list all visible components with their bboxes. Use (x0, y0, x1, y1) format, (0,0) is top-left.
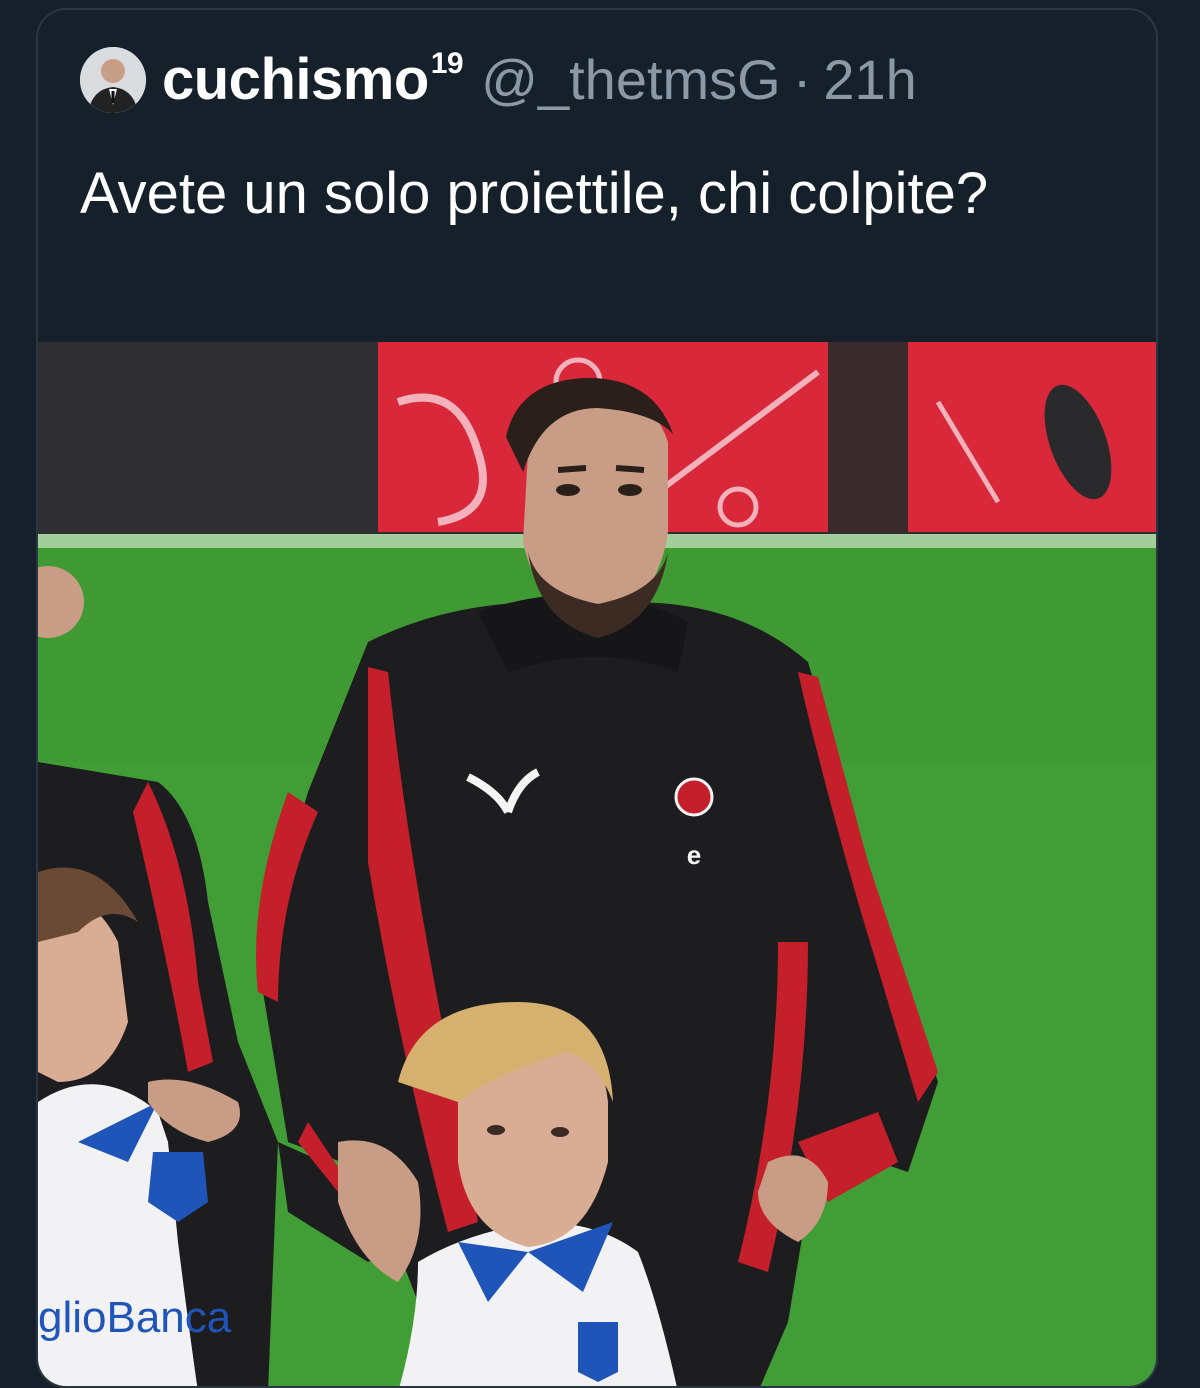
club-crest-icon (674, 777, 714, 817)
led-board-right (908, 342, 1156, 532)
tweet-text: Avete un solo proiettile, chi colpite? (80, 161, 989, 226)
avatar-image (80, 46, 146, 113)
separator-dot: · (792, 48, 812, 111)
user-handle[interactable]: @_thetmsG (481, 47, 781, 112)
tweet-header: cuchismo19 @_thetmsG · 21h (80, 46, 917, 113)
display-name-superscript: 19 (430, 46, 464, 80)
child-center-crest-icon (578, 1322, 618, 1382)
display-name-text: cuchismo (162, 47, 429, 112)
display-name[interactable]: cuchismo19 (162, 46, 464, 113)
sponsor-text: glioBanca (38, 1293, 232, 1342)
sponsor-e-icon: e (687, 840, 701, 870)
avatar[interactable] (80, 46, 146, 113)
photo-canvas: e glioBanca (38, 342, 1156, 1386)
tweet-photo[interactable]: e glioBanca (38, 342, 1156, 1386)
tweet-card[interactable]: cuchismo19 @_thetmsG · 21h Avete un solo… (36, 8, 1158, 1388)
timestamp[interactable]: 21h (823, 47, 916, 112)
